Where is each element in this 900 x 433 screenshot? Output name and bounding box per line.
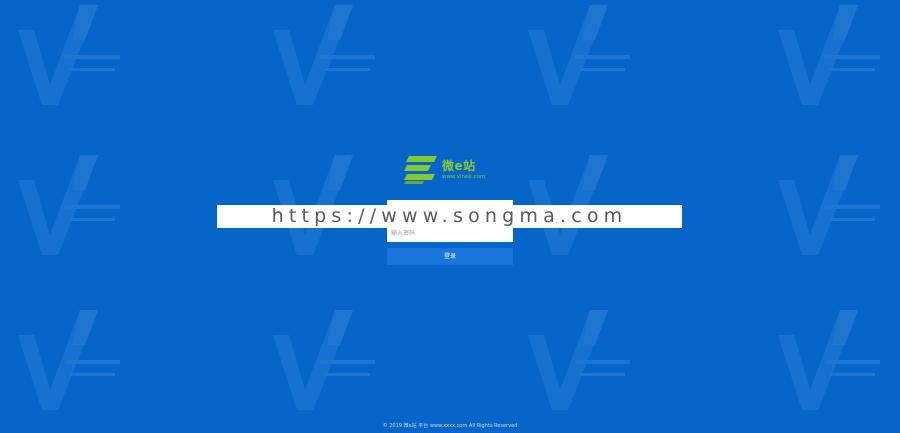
url-watermark-banner: https://www.songma.com <box>217 205 682 228</box>
v-logo-icon <box>265 305 385 415</box>
v-logo-icon <box>10 150 130 260</box>
v-logo-icon <box>10 0 130 110</box>
brand-logo: 微e站 www.vinee.com <box>404 155 504 187</box>
password-input[interactable] <box>387 226 513 241</box>
v-logo-icon <box>265 0 385 110</box>
v-logo-icon <box>770 150 890 260</box>
v-logo-icon <box>520 305 640 415</box>
v-logo-icon <box>770 305 890 415</box>
v-logo-icon <box>10 305 130 415</box>
stacked-e-logo-icon <box>404 156 437 184</box>
brand-name: 微e站 <box>442 159 476 173</box>
v-logo-icon <box>520 0 640 110</box>
login-button[interactable]: 登录 <box>387 248 513 265</box>
brand-url: www.vinee.com <box>442 174 486 180</box>
v-logo-icon <box>770 0 890 110</box>
copyright-footer: © 2019 微e站 平台 www.xxxx.com All Rights Re… <box>382 423 518 429</box>
